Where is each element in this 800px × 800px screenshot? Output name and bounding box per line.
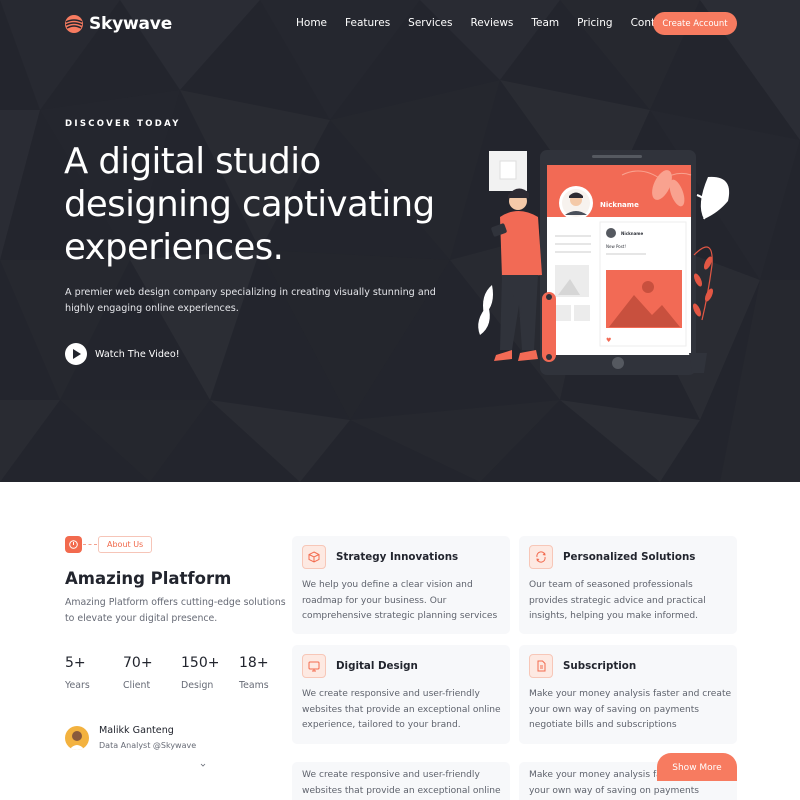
about-badge: About Us [65,536,153,553]
stat-label: Years [65,680,90,691]
member-name: Malikk Ganteng [99,725,174,736]
nav-item-features[interactable]: Features [345,17,390,29]
hero-eyebrow: DISCOVER TODAY [65,119,181,129]
card-text: We help you define a clear vision and ro… [302,580,498,621]
stat-label: Teams [239,680,269,691]
card-text: We create responsive and user-friendly w… [302,689,501,730]
hero-illustration: Nickname Nickname New Post! ♥ [478,150,730,375]
card-title: Digital Design [336,660,418,672]
illustration-profile-label: Nickname [600,201,639,209]
illustration-post-text: New Post! [606,244,626,249]
service-card-strategy[interactable]: Strategy Innovations We help you define … [292,536,510,634]
play-icon [65,343,87,365]
stat-design: 150+ Design [181,655,219,691]
illustration-post-label: Nickname [621,231,643,236]
about-title: Amazing Platform [65,569,232,588]
card-header: Subscription [529,654,636,678]
avatar [65,725,89,750]
refresh-icon [529,545,553,569]
stat-value: 70+ [123,655,153,671]
watch-video-label: Watch The Video! [95,348,180,360]
nav-item-pricing[interactable]: Pricing [577,17,612,29]
show-more-button[interactable]: Show More [657,753,737,781]
info-icon [65,536,82,553]
stat-client: 70+ Client [123,655,153,691]
service-card-partial[interactable]: We create responsive and user-friendly w… [292,762,510,800]
card-title: Strategy Innovations [336,551,459,563]
card-text: Our team of seasoned professionals provi… [529,580,706,621]
stat-years: 5+ Years [65,655,90,691]
card-title: Subscription [563,660,637,672]
nav-item-team[interactable]: Team [531,17,559,29]
stat-value: 5+ [65,655,86,671]
hero-section: Skywave Home Features Services Reviews T… [0,0,800,482]
card-header: Strategy Innovations [302,545,458,569]
service-card-personalized[interactable]: Personalized Solutions Our team of seaso… [519,536,737,634]
nav-item-home[interactable]: Home [296,17,327,29]
hero-title: A digital studio designing captivating e… [64,141,435,268]
chevron-down-icon [200,763,206,767]
card-header: Digital Design [302,654,418,678]
member-role: Data Analyst @Skywave [99,741,197,750]
svg-text:♥: ♥ [606,337,611,344]
about-description: Amazing Platform offers cutting-edge sol… [65,597,286,624]
stat-value: 18+ [239,655,269,671]
team-member: Malikk Ganteng Data Analyst @Skywave [65,725,196,750]
nav-item-reviews[interactable]: Reviews [470,17,513,29]
logo-mark-icon [65,15,83,33]
document-icon [529,654,553,678]
monitor-icon [302,654,326,678]
create-account-button[interactable]: Create Account [653,12,737,35]
watch-video-button[interactable]: Watch The Video! [65,343,180,365]
stat-teams: 18+ Teams [239,655,269,691]
card-text: We create responsive and user-friendly w… [302,770,501,796]
cube-icon [302,545,326,569]
brand-logo[interactable]: Skywave [64,14,172,34]
nav-item-services[interactable]: Services [408,17,452,29]
card-text: Make your money analysis faster and crea… [529,689,732,730]
hero-description: A premier web design company specializin… [65,287,436,314]
card-header: Personalized Solutions [529,545,695,569]
service-card-digital-design[interactable]: Digital Design We create responsive and … [292,645,510,744]
brand-name: Skywave [89,14,173,34]
card-title: Personalized Solutions [563,551,696,563]
stat-value: 150+ [181,655,220,671]
about-us-pill: About Us [98,536,153,553]
stat-label: Client [123,680,151,691]
service-card-subscription[interactable]: Subscription Make your money analysis fa… [519,645,737,744]
badge-divider [83,544,97,545]
stat-label: Design [181,680,214,691]
main-nav: Home Features Services Reviews Team Pric… [296,17,689,29]
